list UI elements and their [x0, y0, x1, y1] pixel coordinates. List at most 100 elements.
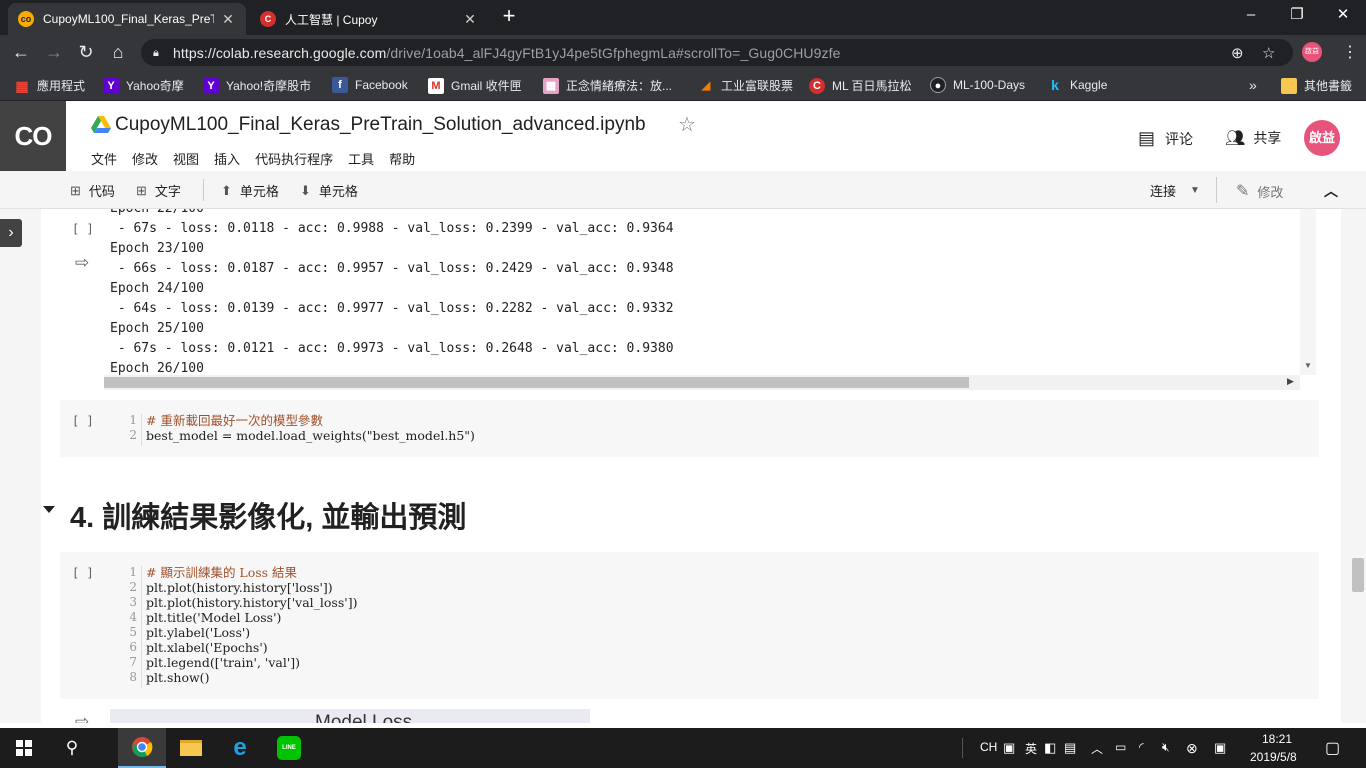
code-line[interactable]: # 顯示訓練集的 Loss 結果 — [146, 565, 357, 580]
back-icon[interactable]: ← — [9, 40, 33, 64]
lock-icon: 🔒︎ — [153, 46, 159, 59]
notification-x-icon[interactable]: ⊗ — [1186, 740, 1198, 757]
menu-runtime[interactable]: 代码执行程序 — [255, 149, 333, 168]
battery-icon[interactable]: ▭ — [1115, 740, 1126, 754]
menu-tools[interactable]: 工具 — [348, 149, 374, 168]
file-explorer-icon[interactable] — [167, 728, 215, 768]
edit-button[interactable]: ✎ 修改 — [1236, 181, 1283, 201]
bookmark-star-icon[interactable]: ☆ — [1262, 44, 1275, 62]
tab-colab[interactable]: co CupoyML100_Final_Keras_PreTr ✕ — [8, 3, 246, 35]
ime-width-icon[interactable]: ◧ — [1044, 740, 1056, 756]
bookmark-facebook[interactable]: f Facebook — [332, 77, 408, 93]
output-icon[interactable]: ⇨ — [75, 712, 89, 723]
collapse-header-icon[interactable]: ︿ — [1324, 181, 1338, 201]
address-bar[interactable]: 🔒︎ https://colab.research.google.com/dri… — [141, 39, 1293, 66]
ime-indicator[interactable]: CH — [980, 740, 997, 754]
bookmark-yahoo-stock[interactable]: Y Yahoo!奇摩股市 — [203, 77, 311, 94]
code-line[interactable]: plt.plot(history.history['val_loss']) — [146, 595, 357, 610]
minimize-button[interactable]: – — [1228, 0, 1274, 30]
scrollbar-thumb[interactable] — [104, 377, 969, 388]
output-icon[interactable]: ⇨ — [75, 253, 89, 273]
close-tab-icon[interactable]: ✕ — [462, 11, 478, 28]
menu-file[interactable]: 文件 — [91, 149, 117, 168]
output-vertical-scrollbar[interactable]: ▼ — [1300, 209, 1316, 375]
code-line[interactable]: # 重新載回最好一次的模型參數 — [146, 413, 323, 428]
code-line[interactable]: plt.title('Model Loss') — [146, 610, 357, 625]
code-line[interactable]: plt.show() — [146, 670, 357, 685]
collapse-section-icon[interactable] — [43, 506, 55, 513]
windows-start-icon[interactable] — [0, 728, 48, 768]
bookmark-kaggle[interactable]: k Kaggle — [1047, 77, 1107, 93]
bookmark-foxconn[interactable]: ◢ 工业富联股票 — [698, 77, 793, 94]
user-avatar[interactable]: 啟益 — [1304, 120, 1340, 156]
menu-insert[interactable]: 插入 — [214, 149, 240, 168]
scroll-down-icon[interactable]: ▼ — [1304, 361, 1312, 370]
run-cell-button[interactable]: [ ] — [72, 566, 94, 580]
close-tab-icon[interactable]: ✕ — [220, 11, 236, 28]
new-tab-button[interactable]: + — [497, 5, 521, 28]
bookmark-yahoo[interactable]: Y Yahoo奇摩 — [103, 77, 184, 94]
line-number: 5 — [129, 625, 137, 639]
add-text-button[interactable]: ⊞ 文字 — [136, 181, 181, 200]
scroll-right-icon[interactable]: ▶ — [1287, 376, 1294, 387]
bookmark-gmail[interactable]: M Gmail 收件匣 — [428, 77, 522, 94]
colab-logo[interactable]: CO — [0, 101, 66, 171]
menu-edit[interactable]: 修改 — [132, 149, 158, 168]
zoom-icon[interactable]: ⊕ — [1231, 44, 1244, 62]
bookmark-mindfulness[interactable]: ▦ 正念情緒療法：放... — [543, 77, 672, 94]
output-horizontal-scrollbar[interactable]: ▶ — [104, 375, 1300, 390]
wifi-icon[interactable]: ◜ — [1139, 740, 1144, 754]
bookmark-label: Facebook — [355, 78, 408, 92]
bookmark-label: 正念情緒療法：放... — [566, 79, 673, 93]
chrome-taskbar-icon[interactable] — [118, 728, 166, 768]
volume-muted-icon[interactable]: 🔇︎ — [1162, 740, 1170, 755]
bookmark-other[interactable]: 其他書籤 — [1281, 77, 1352, 94]
line-app-icon[interactable]: LINE — [265, 728, 313, 768]
action-center-icon[interactable]: ▢ — [1325, 738, 1340, 758]
sidebar-toggle-icon[interactable]: › — [0, 219, 22, 247]
browser-menu-icon[interactable]: ⋮ — [1342, 42, 1358, 62]
code-line[interactable]: best_model = model.load_weights("best_mo… — [146, 428, 475, 443]
star-icon[interactable]: ☆ — [678, 112, 696, 137]
code-line[interactable]: plt.ylabel('Loss') — [146, 625, 357, 640]
page-scrollbar-thumb[interactable] — [1352, 558, 1364, 592]
code-line[interactable]: plt.xlabel('Epochs') — [146, 640, 357, 655]
forward-icon[interactable]: → — [42, 40, 66, 64]
menu-view[interactable]: 视图 — [173, 149, 199, 168]
bookmarks-overflow-button[interactable]: » — [1249, 77, 1257, 93]
clock-time[interactable]: 18:21 — [1262, 732, 1292, 746]
home-icon[interactable]: ⌂ — [106, 40, 130, 64]
restore-button[interactable]: ❐ — [1274, 0, 1320, 30]
google-drive-icon[interactable] — [91, 116, 111, 134]
run-cell-button[interactable]: [ ] — [72, 222, 94, 236]
code-line[interactable]: plt.legend(['train', 'val']) — [146, 655, 357, 670]
ime-language[interactable]: 英 — [1025, 740, 1037, 757]
run-cell-button[interactable]: [ ] — [72, 414, 94, 428]
connect-button[interactable]: 连接 ▼ — [1150, 181, 1200, 200]
add-code-button[interactable]: ⊞ 代码 — [70, 181, 115, 200]
notebook-scroll-area[interactable]: [ ] ⇨ Epoch 22/100 - 67s - loss: 0.0118 … — [0, 209, 1366, 723]
input-icon[interactable]: ▣ — [1214, 740, 1226, 756]
move-cell-up-button[interactable]: ⬆ 单元格 — [221, 181, 279, 200]
clock-date[interactable]: 2019/5/8 — [1250, 750, 1297, 764]
chevron-up-icon[interactable]: ︿ — [1091, 740, 1103, 757]
ime-mode-icon[interactable]: ▣ — [1003, 740, 1015, 756]
code-line[interactable]: plt.plot(history.history['loss']) — [146, 580, 357, 595]
profile-avatar[interactable]: 啟益 — [1302, 42, 1322, 62]
bookmark-label: ML 百日馬拉松 — [832, 79, 912, 93]
comment-button[interactable]: ▤ 评论 — [1138, 128, 1193, 149]
search-icon[interactable]: ⚲ — [48, 728, 96, 768]
share-button[interactable]: 👥︎ 共享 — [1225, 128, 1281, 148]
move-cell-down-button[interactable]: ⬇ 单元格 — [300, 181, 358, 200]
notebook-title[interactable]: CupoyML100_Final_Keras_PreTrain_Solution… — [115, 114, 646, 136]
ime-settings-icon[interactable]: ▤ — [1064, 740, 1076, 756]
edge-icon[interactable]: e — [216, 728, 264, 768]
reload-icon[interactable]: ↻ — [74, 40, 98, 64]
bookmark-apps[interactable]: ▦ 應用程式 — [14, 77, 85, 94]
bookmark-github[interactable]: ● ML-100-Days — [930, 77, 1025, 93]
bookmark-ml100[interactable]: C ML 百日馬拉松 — [809, 77, 912, 94]
close-window-button[interactable]: ✕ — [1320, 0, 1366, 30]
tab-cupoy[interactable]: C 人工智慧 | Cupoy ✕ — [250, 3, 488, 35]
menu-help[interactable]: 帮助 — [389, 149, 415, 168]
code-editor[interactable]: # 顯示訓練集的 Loss 結果 plt.plot(history.histor… — [146, 565, 357, 685]
